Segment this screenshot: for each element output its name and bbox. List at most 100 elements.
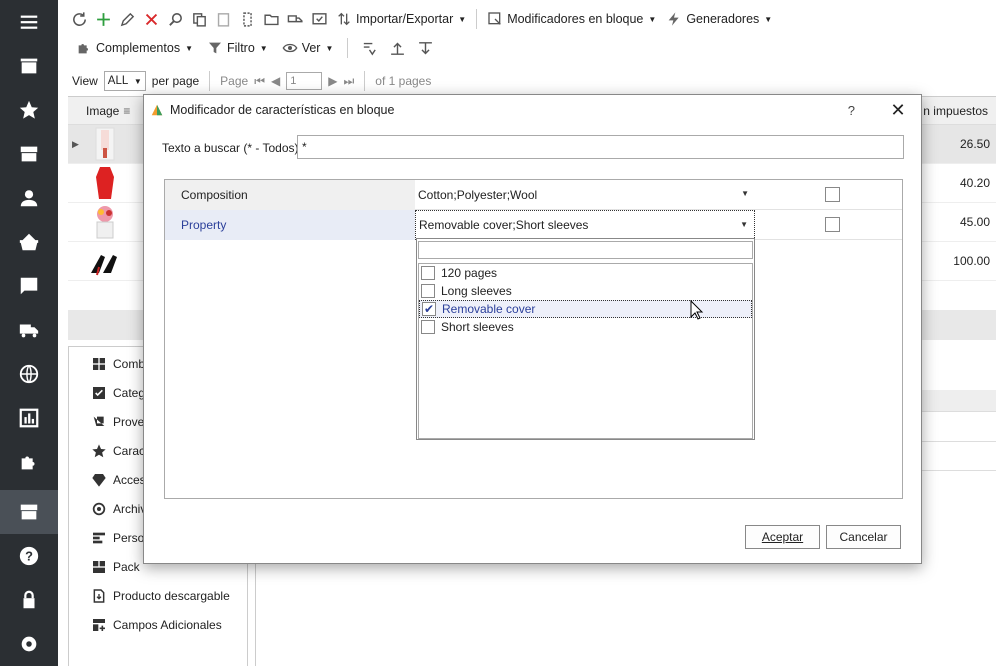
prev-page-icon[interactable]: ◀ — [271, 74, 280, 88]
feature-row[interactable]: Composition Cotton;Polyester;Wool ▼ — [165, 180, 902, 210]
settings-icon[interactable] — [0, 622, 58, 666]
add-icon[interactable] — [92, 8, 114, 30]
expand-up-icon[interactable] — [386, 37, 408, 59]
section-label: Campos Adicionales — [113, 617, 222, 632]
close-icon: ✕ — [890, 99, 906, 120]
option-checkbox[interactable] — [421, 284, 435, 298]
search-input[interactable]: * — [297, 135, 904, 159]
collapse-down-icon[interactable] — [414, 37, 436, 59]
view-count-value: ALL — [107, 75, 129, 87]
refresh-icon[interactable] — [68, 8, 90, 30]
price-cell: 26.50 — [959, 137, 990, 151]
truck-action-icon[interactable] — [284, 8, 306, 30]
search-icon[interactable] — [164, 8, 186, 30]
section-label: Producto descargable — [113, 588, 230, 603]
caret-icon: ▼ — [458, 14, 467, 24]
section-label: Acces — [113, 472, 146, 487]
list-item[interactable]: Long sleeves — [419, 282, 752, 300]
sort-icon[interactable]: ≡ — [123, 104, 130, 118]
chart-icon[interactable] — [0, 396, 58, 440]
star-icon[interactable] — [0, 88, 58, 132]
chevron-down-icon: ▼ — [741, 189, 749, 198]
option-checkbox[interactable]: ✔ — [422, 302, 436, 316]
section-label: Categ — [113, 385, 146, 400]
caret-icon: ▼ — [764, 14, 773, 24]
feature-value: Removable cover;Short sleeves — [419, 218, 589, 232]
import-export-menu[interactable]: Importar/Exportar ▼ — [332, 8, 470, 30]
dialog-titlebar: Modificador de características en bloque — [144, 95, 921, 125]
list-item[interactable]: 120 pages — [419, 264, 752, 282]
duplicate-icon[interactable] — [236, 8, 258, 30]
page-label: Page — [220, 74, 249, 88]
import-export-icon — [338, 12, 350, 26]
feature-value-select[interactable]: Cotton;Polyester;Wool ▼ — [415, 180, 755, 210]
puzzle-icon[interactable] — [0, 440, 58, 484]
check-list-icon[interactable] — [308, 8, 330, 30]
archive-box-icon[interactable] — [0, 490, 58, 534]
copy-icon[interactable] — [188, 8, 210, 30]
edit-icon[interactable] — [116, 8, 138, 30]
toolbar-divider — [476, 9, 478, 29]
categories-check-icon — [93, 386, 105, 399]
filter-icon — [209, 42, 221, 54]
truck-icon[interactable] — [0, 308, 58, 352]
pager-divider — [364, 71, 366, 91]
paste-icon[interactable] — [212, 8, 234, 30]
option-checkbox[interactable] — [421, 266, 435, 280]
caret-icon: ▼ — [185, 43, 193, 53]
bulk-modifiers-menu[interactable]: Modificadores en bloque ▼ — [483, 8, 660, 30]
section-downloadable[interactable]: Producto descargable — [69, 581, 247, 610]
bulk-modifier-icon — [488, 12, 501, 25]
bulk-features-dialog: Modificador de características en bloque… — [143, 94, 922, 564]
menu-icon[interactable] — [0, 0, 58, 44]
list-item[interactable]: Short sleeves — [419, 318, 752, 336]
chat-icon[interactable] — [0, 264, 58, 308]
globe-icon[interactable] — [0, 352, 58, 396]
accept-button[interactable]: Aceptar — [745, 525, 820, 549]
pager: View ALL ▼ per page Page ⏮ ◀ 1 ▶ ⏭ of 1 p… — [72, 70, 431, 92]
attachment-icon — [92, 502, 106, 515]
section-extra-fields[interactable]: Campos Adicionales — [69, 610, 247, 639]
help-icon[interactable]: ? — [0, 534, 58, 578]
toolbar-secondary: Complementos ▼ Filtro ▼ Ver ▼ — [72, 36, 436, 60]
lock-icon[interactable] — [0, 578, 58, 622]
filter-menu[interactable]: Filtro ▼ — [203, 37, 272, 59]
last-page-icon[interactable]: ⏭ — [343, 74, 354, 89]
store-icon[interactable] — [0, 44, 58, 88]
page-number-input[interactable]: 1 — [286, 72, 323, 90]
caret-icon: ▼ — [259, 43, 268, 53]
feature-checkbox[interactable] — [825, 217, 840, 232]
price-cell: 100.00 — [953, 254, 990, 268]
feature-name: Property — [165, 210, 415, 240]
first-page-icon[interactable]: ⏮ — [254, 74, 265, 89]
next-page-icon[interactable]: ▶ — [328, 74, 337, 88]
col-image-header[interactable]: Image — [86, 104, 119, 118]
cancel-button[interactable]: Cancelar — [826, 525, 901, 549]
dropdown-filter-input[interactable] — [418, 241, 753, 259]
feature-value-select[interactable]: Removable cover;Short sleeves ▼ — [415, 210, 755, 240]
move-folder-icon[interactable] — [260, 8, 282, 30]
complements-menu[interactable]: Complementos ▼ — [72, 37, 197, 59]
archive-icon[interactable] — [0, 132, 58, 176]
svg-text:?: ? — [25, 549, 33, 564]
close-button[interactable]: ✕ — [887, 99, 909, 121]
help-button[interactable]: ? — [848, 103, 855, 118]
per-page-label: per page — [151, 74, 200, 88]
view-count-select[interactable]: ALL ▼ — [103, 71, 146, 91]
combinations-icon — [93, 357, 105, 370]
sort-text-icon[interactable] — [358, 37, 380, 59]
user-icon[interactable] — [0, 176, 58, 220]
values-list: 120 pages Long sleeves ✔ Removable cover … — [418, 263, 753, 439]
col-price-header[interactable]: n impuestos — [923, 104, 988, 118]
feature-row[interactable]: Property Removable cover;Short sleeves ▼ — [165, 210, 902, 240]
search-label: Texto a buscar (* - Todos) — [162, 141, 299, 155]
view-count-label: View — [72, 74, 98, 88]
option-label: Long sleeves — [441, 284, 512, 298]
basket-icon[interactable] — [0, 220, 58, 264]
feature-checkbox[interactable] — [825, 187, 840, 202]
customization-icon — [93, 532, 105, 543]
generators-menu[interactable]: Generadores ▼ — [662, 8, 776, 30]
view-menu[interactable]: Ver ▼ — [278, 37, 338, 59]
option-checkbox[interactable] — [421, 320, 435, 334]
delete-icon[interactable] — [140, 8, 162, 30]
